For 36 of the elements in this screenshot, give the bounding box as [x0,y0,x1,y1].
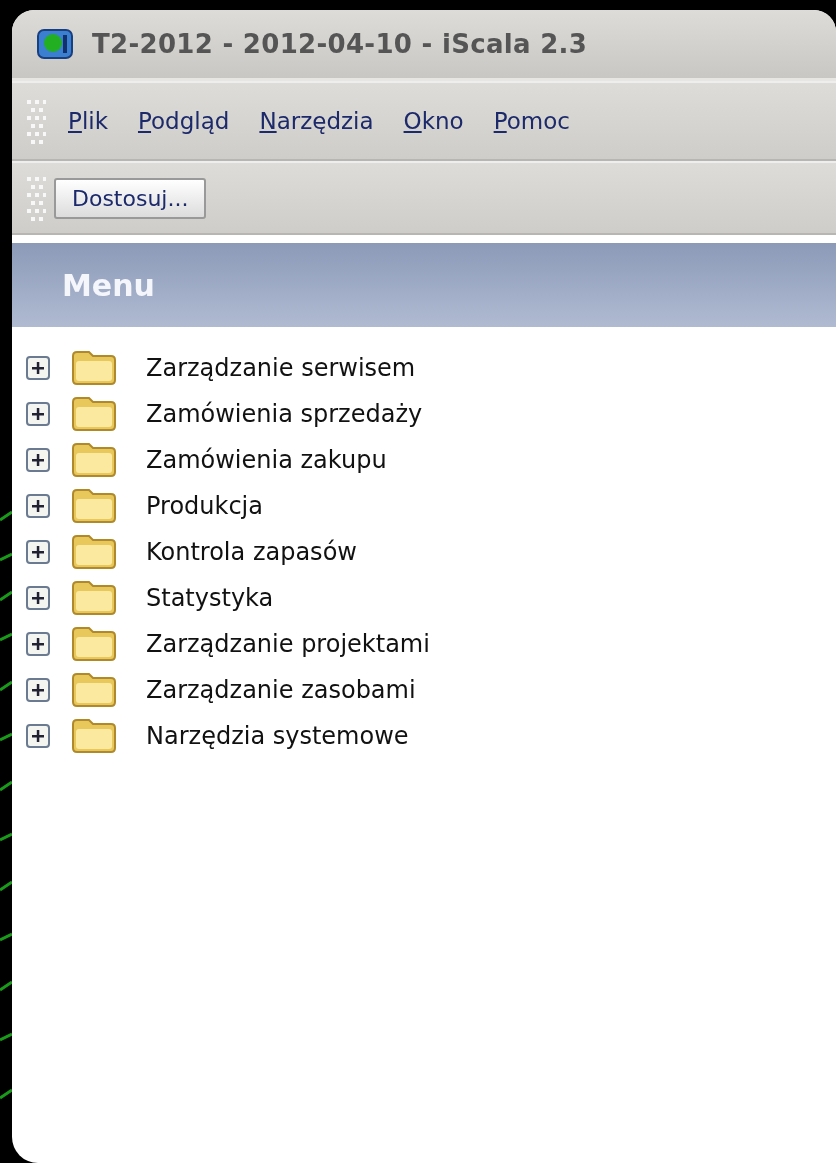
tree-item[interactable]: Kontrola zapasów [146,538,357,566]
expand-icon[interactable] [26,678,50,702]
panel-title: Menu [62,267,155,303]
folder-icon [70,534,118,570]
customize-button[interactable]: Dostosuj... [54,177,207,219]
tree-item[interactable]: Produkcja [146,492,263,520]
expand-icon[interactable] [26,540,50,564]
folder-icon [70,626,118,662]
expand-icon[interactable] [26,356,50,380]
folder-icon [70,672,118,708]
app-icon [36,27,74,61]
tree-item[interactable]: Zamówienia zakupu [146,446,387,474]
expand-icon[interactable] [26,632,50,656]
tree-item[interactable]: Narzędzia systemowe [146,722,409,750]
expand-icon[interactable] [26,448,50,472]
window-title: T2-2012 - 2012-04-10 - iScala 2.3 [92,29,588,59]
expand-icon[interactable] [26,494,50,518]
menu-item[interactable]: Pomoc [493,108,570,134]
expand-icon[interactable] [26,402,50,426]
folder-icon [70,580,118,616]
expand-icon[interactable] [26,724,50,748]
tree-item[interactable]: Zarządzanie serwisem [146,354,416,382]
folder-icon [70,718,118,754]
menu-item[interactable]: Plik [68,108,108,134]
menu-item[interactable]: Okno [403,108,464,134]
folder-icon [70,396,118,432]
folder-icon [70,442,118,478]
menu-item[interactable]: Narzędzia [259,108,374,134]
menu-item[interactable]: Podgląd [138,108,230,134]
folder-icon [70,350,118,386]
tree-item[interactable]: Zarządzanie projektami [146,630,430,658]
expand-icon[interactable] [26,586,50,610]
tree-item[interactable]: Zarządzanie zasobami [146,676,416,704]
folder-icon [70,488,118,524]
tree-item[interactable]: Statystyka [146,584,274,612]
tree-item[interactable]: Zamówienia sprzedaży [146,400,423,428]
